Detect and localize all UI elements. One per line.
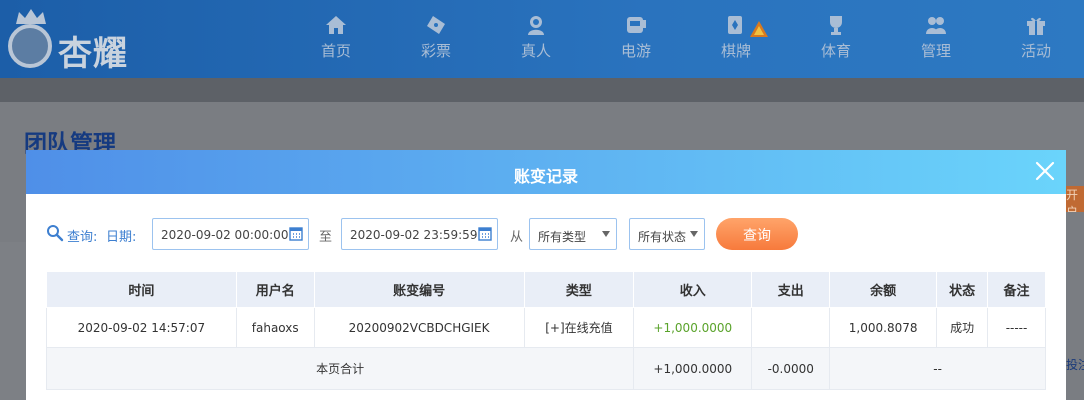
column-header: 备注 [987,271,1046,308]
column-header: 类型 [523,271,635,308]
end-date-value: 2020-09-02 23:59:59 [350,228,478,242]
nav-label: 管理 [920,42,951,60]
page-sub-band [0,78,1084,102]
nav-label: 电游 [620,42,651,60]
cell-status: 成功 [936,307,989,348]
nav-egame[interactable]: 电游 [601,14,671,66]
end-date-input[interactable]: 2020-09-02 23:59:59 [341,218,498,250]
nav-promo[interactable]: 活动 [1001,14,1071,66]
from-label: 从 [510,230,524,245]
column-header: 时间 [46,271,237,308]
nav-label: 真人 [520,42,551,60]
nav-chess[interactable]: 棋牌 [701,14,771,66]
page-total-rest: -- [829,347,1046,390]
top-nav-bar: 杏耀 首页 彩票 真人 电游 棋牌 体育 管理 活动 [0,0,1084,78]
transaction-record-modal: 账变记录 查询: 日期: 2020-09-02 00:00:00 至 2020-… [26,150,1066,400]
column-header: 状态 [936,271,989,308]
users-icon [926,17,946,34]
page-total-income: +1,000.0000 [633,347,753,390]
cell-type: [+]在线充值 [523,307,635,348]
query-bar: 查询: 日期: 2020-09-02 00:00:00 至 2020-09-02… [46,218,1046,250]
side-link-bet[interactable]: 投注 [1066,356,1084,373]
column-header: 余额 [829,271,938,308]
gift-icon [1027,17,1045,35]
chevron-down-icon [690,231,698,237]
table-row: 2020-09-02 14:57:07 fahaoxs 20200902VCBD… [46,307,1046,348]
column-header: 用户名 [235,271,315,308]
nav-live[interactable]: 真人 [501,14,571,66]
logo-text: 杏耀 [58,34,128,74]
cell-username: fahaoxs [235,307,315,348]
cell-serial: 20200902VCBDCHGIEK [313,307,525,348]
column-header: 收入 [633,271,753,308]
status-select-value: 所有状态 [638,230,687,244]
close-icon[interactable] [1034,160,1056,182]
query-label: 查询: [67,230,98,245]
start-date-input[interactable]: 2020-09-02 00:00:00 [152,218,309,250]
cell-balance: 1,000.8078 [829,307,938,348]
nav-lottery[interactable]: 彩票 [401,14,471,66]
column-header: 账变编号 [313,271,525,308]
cell-note: ----- [987,307,1046,348]
page-total-label: 本页合计 [45,347,635,390]
page-left-strip [0,242,26,400]
calendar-icon[interactable] [289,226,303,241]
cell-expense [751,307,831,348]
nav-label: 体育 [820,42,851,60]
to-label: 至 [319,230,333,245]
nav-label: 棋牌 [720,42,751,60]
nav-label: 活动 [1020,42,1051,60]
hot-badge-icon [750,21,768,37]
live-dealer-icon [528,16,544,35]
nav-sports[interactable]: 体育 [801,14,871,66]
logo-emblem [8,24,52,68]
chevron-down-icon [602,231,610,237]
status-select[interactable]: 所有状态 [629,218,705,250]
modal-header: 账变记录 [26,150,1066,194]
date-label: 日期: [106,230,137,245]
nav-home[interactable]: 首页 [301,14,371,66]
cards-icon [728,16,742,34]
type-select[interactable]: 所有类型 [529,218,617,250]
modal-title: 账变记录 [513,167,578,186]
trophy-icon [830,16,842,35]
gamepad-icon [627,17,646,33]
page-total-row: 本页合计 +1,000.0000 -0.0000 -- [45,347,1046,390]
search-icon [47,225,64,242]
side-tab-open-account[interactable]: 开户 [1066,186,1084,212]
calendar-icon[interactable] [478,226,492,241]
type-select-value: 所有类型 [538,230,587,244]
nav-label: 首页 [320,42,351,60]
start-date-value: 2020-09-02 00:00:00 [161,228,289,242]
lottery-ticket-icon [427,16,445,34]
table-header-row: 时间 用户名 账变编号 类型 收入 支出 余额 状态 备注 [46,271,1046,308]
nav-label: 彩票 [420,42,451,60]
cell-income: +1,000.0000 [633,307,753,348]
cell-time: 2020-09-02 14:57:07 [46,307,237,348]
search-button[interactable]: 查询 [716,218,798,250]
nav-manage[interactable]: 管理 [901,14,971,66]
home-icon [326,16,346,34]
transaction-table: 时间 用户名 账变编号 类型 收入 支出 余额 状态 备注 2020-09-02… [45,271,1046,390]
page-total-expense: -0.0000 [751,347,831,390]
site-logo[interactable]: 杏耀 [8,8,158,74]
column-header: 支出 [751,271,831,308]
